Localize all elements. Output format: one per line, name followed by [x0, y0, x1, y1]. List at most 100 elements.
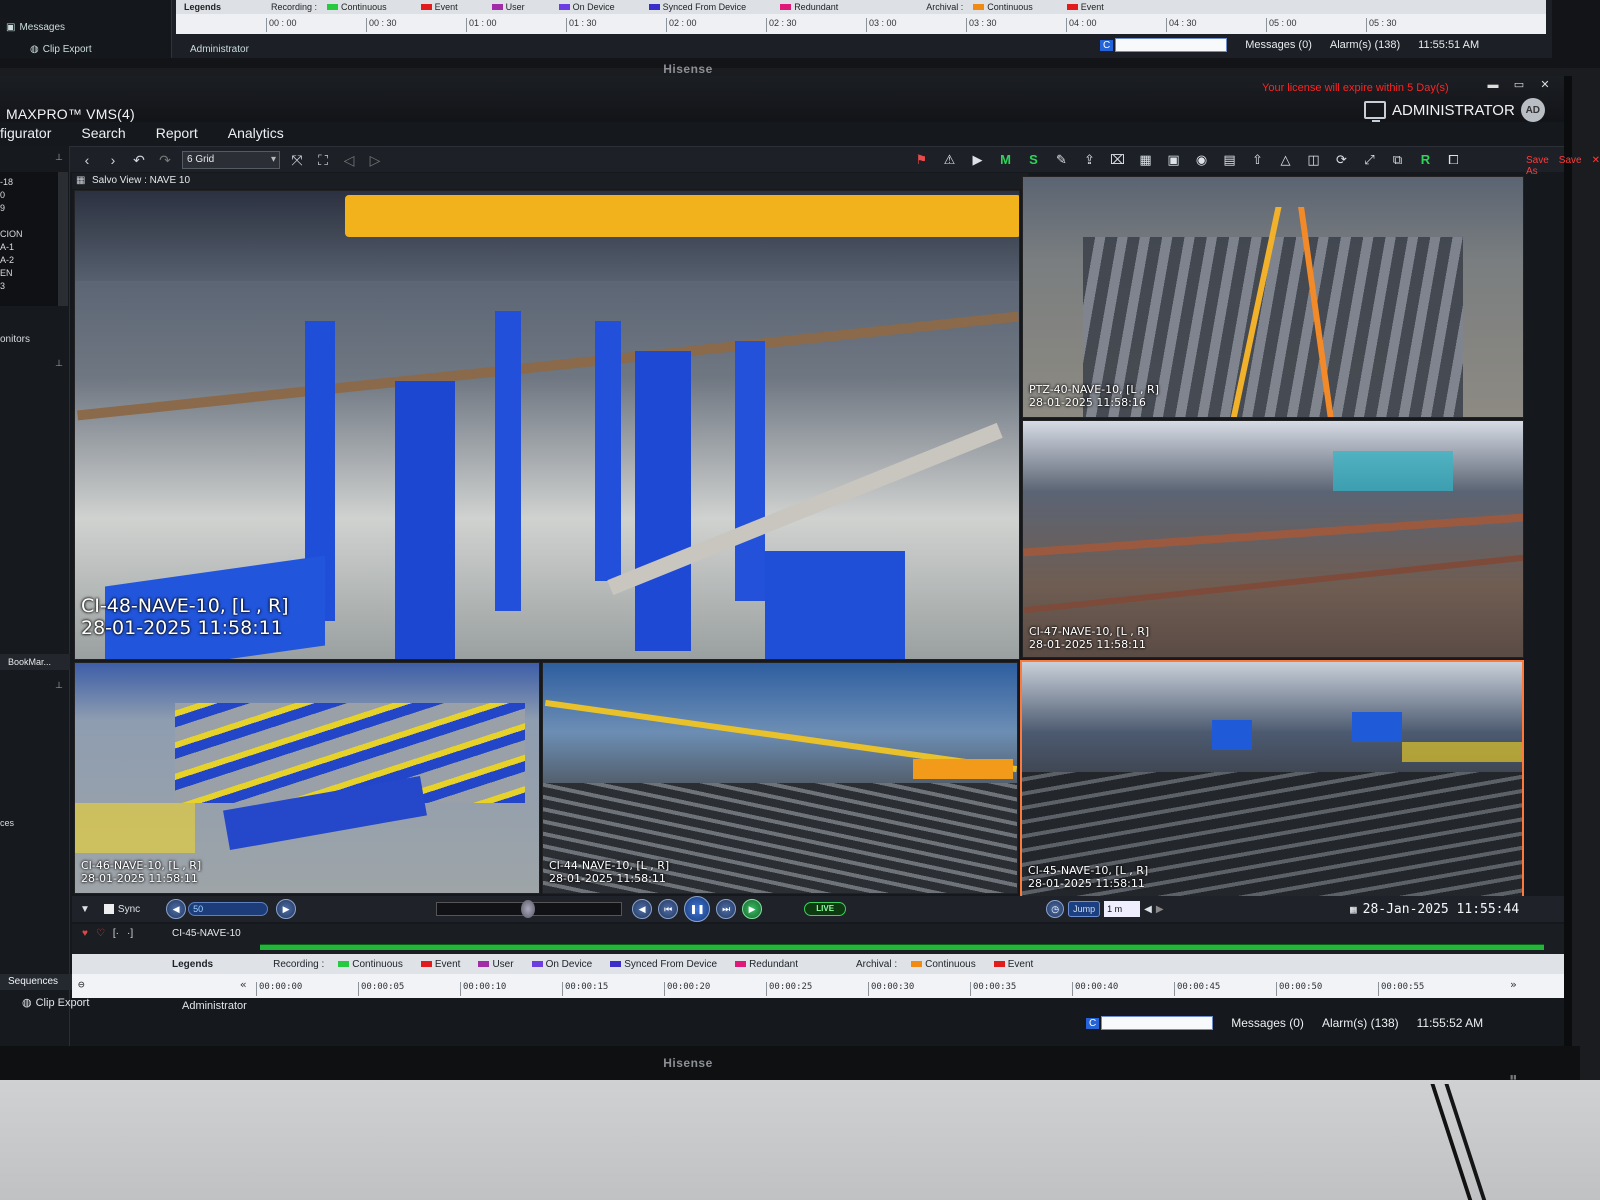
pause-icon[interactable]: ❚❚	[684, 896, 711, 922]
tree-item[interactable]: 0	[0, 189, 58, 202]
redo-icon[interactable]: ↷	[156, 151, 174, 169]
maximize-icon[interactable]: ▭	[1510, 78, 1528, 92]
snapshot-icon[interactable]: ⌧	[1108, 151, 1127, 169]
top-messages-tab[interactable]: ▣ Messages	[6, 22, 65, 33]
jump-button[interactable]: Jump	[1068, 901, 1101, 917]
camera-tile[interactable]: CI-46-NAVE-10, [L , R] 28-01-2025 11:58:…	[74, 662, 540, 894]
r-icon[interactable]: R	[1416, 151, 1435, 169]
mark-in-icon[interactable]: [·	[113, 928, 119, 939]
jump-forward-icon[interactable]: ▶	[1156, 904, 1164, 915]
undo-icon[interactable]: ↶	[130, 151, 148, 169]
tree-item[interactable]: A-1	[0, 241, 58, 254]
search-input[interactable]	[1101, 1016, 1214, 1030]
tree-item[interactable]: 9	[0, 202, 58, 215]
calendar-icon[interactable]: ▦	[1350, 903, 1357, 916]
grid-layout-select[interactable]: 6 Grid	[182, 150, 280, 169]
alarm-icon[interactable]: △	[1276, 151, 1295, 169]
avatar[interactable]: AD	[1520, 98, 1545, 122]
save-link[interactable]: Save	[1559, 155, 1582, 177]
tree-item[interactable]: -18	[0, 176, 58, 189]
step-back-icon[interactable]: ⏮	[658, 899, 679, 919]
sequences-tab[interactable]: Sequences	[0, 974, 72, 990]
minimize-icon[interactable]: ▬	[1484, 78, 1502, 92]
popout-icon[interactable]: ⧉	[1388, 151, 1407, 169]
s-icon[interactable]: S	[1024, 151, 1043, 169]
timeline-ruler[interactable]: ⊖ « » 00:00:00 00:00:05 00:00:10 00:00:15 00…	[72, 974, 1564, 998]
rewind-icon[interactable]: ◀	[632, 899, 653, 919]
save-icon[interactable]: ▣	[1164, 151, 1183, 169]
forward-timeline-icon[interactable]: »	[1510, 978, 1517, 991]
tree-item[interactable]: 3	[0, 280, 58, 293]
flag-icon[interactable]: ⚑	[912, 151, 931, 169]
camera-tile[interactable]: CI-48-NAVE-10, [L , R] 28-01-2025 11:58:…	[74, 190, 1020, 660]
jump-back-icon[interactable]: ◀	[1144, 904, 1152, 915]
export-icon[interactable]: ⇪	[1080, 151, 1099, 169]
tree-item[interactable]	[0, 215, 58, 228]
report-icon[interactable]: ▤	[1220, 151, 1239, 169]
collapse-icon[interactable]: ▼	[80, 904, 90, 915]
camera-tile[interactable]: CI-44-NAVE-10, [L , R] 28-01-2025 11:58:…	[542, 662, 1018, 894]
search-box[interactable]: C	[1086, 1016, 1214, 1030]
top-messages-count[interactable]: Messages (0)	[1245, 39, 1312, 51]
speed-up-icon[interactable]: ▶	[276, 899, 297, 919]
mark-out-icon[interactable]: ·]	[127, 928, 133, 939]
step-forward-icon[interactable]: ⏭	[716, 899, 737, 919]
calendar-icon[interactable]: ▦	[1136, 151, 1155, 169]
bookmark-icon[interactable]: ♥	[82, 928, 88, 939]
copy-icon[interactable]: ⧠	[1444, 151, 1463, 169]
close-icon[interactable]: ✕	[1536, 78, 1554, 92]
menu-configurator[interactable]: figurator	[0, 125, 51, 141]
menu-report[interactable]: Report	[156, 125, 198, 141]
nav-back-icon[interactable]: ‹	[78, 151, 96, 169]
user-badge[interactable]: ADMINISTRATOR AD	[1364, 98, 1545, 123]
pin-icon[interactable]: ⊥	[55, 152, 63, 163]
pin-icon[interactable]: ⊥	[55, 358, 63, 369]
camera-tile-selected[interactable]: CI-45-NAVE-10, [L , R] 28-01-2025 11:58:…	[1020, 660, 1524, 900]
alarms-count[interactable]: Alarm(s) (138)	[1322, 1016, 1399, 1030]
top-search-box[interactable]: C	[1100, 38, 1228, 52]
m-icon[interactable]: M	[996, 151, 1015, 169]
save-as-link[interactable]: Save As	[1526, 155, 1549, 177]
camera-tile[interactable]: PTZ-40-NAVE-10, [L , R] 28-01-2025 11:58…	[1022, 176, 1524, 418]
sync-checkbox[interactable]: Sync	[103, 904, 140, 915]
clip-export-button[interactable]: ◍ Clip Export	[22, 996, 89, 1010]
top-alarms-count[interactable]: Alarm(s) (138)	[1330, 39, 1400, 51]
speed-down-icon[interactable]: ◀	[166, 899, 187, 919]
menu-analytics[interactable]: Analytics	[228, 125, 284, 141]
bookmark-add-icon[interactable]: ♡	[96, 928, 105, 939]
speed-slider[interactable]: 50	[188, 902, 269, 916]
tree-item[interactable]: EN	[0, 267, 58, 280]
top-clip-export[interactable]: ◍ Clip Export	[30, 44, 92, 55]
zoom-out-icon[interactable]: ⊖	[78, 978, 85, 991]
play-icon[interactable]: ▶	[968, 151, 987, 169]
close-salvo-icon[interactable]: ✕	[1592, 155, 1600, 177]
fit-icon[interactable]: ⤧	[288, 151, 306, 169]
upload-icon[interactable]: ⇧	[1248, 151, 1267, 169]
tree-scrollbar[interactable]	[58, 172, 68, 306]
seek-slider[interactable]	[436, 900, 623, 918]
rewind-timeline-icon[interactable]: «	[240, 978, 247, 991]
menu-search[interactable]: Search	[81, 125, 125, 141]
tree-item[interactable]: CION	[0, 228, 58, 241]
messages-count[interactable]: Messages (0)	[1231, 1016, 1304, 1030]
jump-interval-select[interactable]: 1 m	[1104, 901, 1141, 917]
device-tree[interactable]: -18 0 9 CION A-1 A-2 EN 3	[0, 172, 58, 306]
play-forward-icon[interactable]: ▶	[742, 899, 763, 919]
tree-item[interactable]: A-2	[0, 254, 58, 267]
edit-icon[interactable]: ✎	[1052, 151, 1071, 169]
expand-icon[interactable]: ⤢	[1360, 151, 1379, 169]
tile-icon[interactable]: ◫	[1304, 151, 1323, 169]
bookmarks-tab[interactable]: BookMar...	[0, 654, 70, 670]
camera-tile[interactable]: CI-47-NAVE-10, [L , R] 28-01-2025 11:58:…	[1022, 420, 1524, 658]
prev-page-icon[interactable]: ◁	[340, 151, 358, 169]
top-timeline[interactable]: 00 : 00 00 : 30 01 : 00 01 : 30 02 : 00 02 : …	[176, 14, 1546, 34]
refresh-icon[interactable]: ⟳	[1332, 151, 1351, 169]
seek-knob[interactable]	[521, 900, 536, 918]
live-badge[interactable]: LIVE	[804, 902, 847, 916]
pin-icon[interactable]: ⊥	[55, 680, 63, 691]
warning-icon[interactable]: ⚠	[940, 151, 959, 169]
fullscreen-icon[interactable]: ⛶	[314, 151, 332, 169]
camera-icon[interactable]: ◉	[1192, 151, 1211, 169]
nav-forward-icon[interactable]: ›	[104, 151, 122, 169]
recording-bar[interactable]	[260, 944, 1544, 950]
